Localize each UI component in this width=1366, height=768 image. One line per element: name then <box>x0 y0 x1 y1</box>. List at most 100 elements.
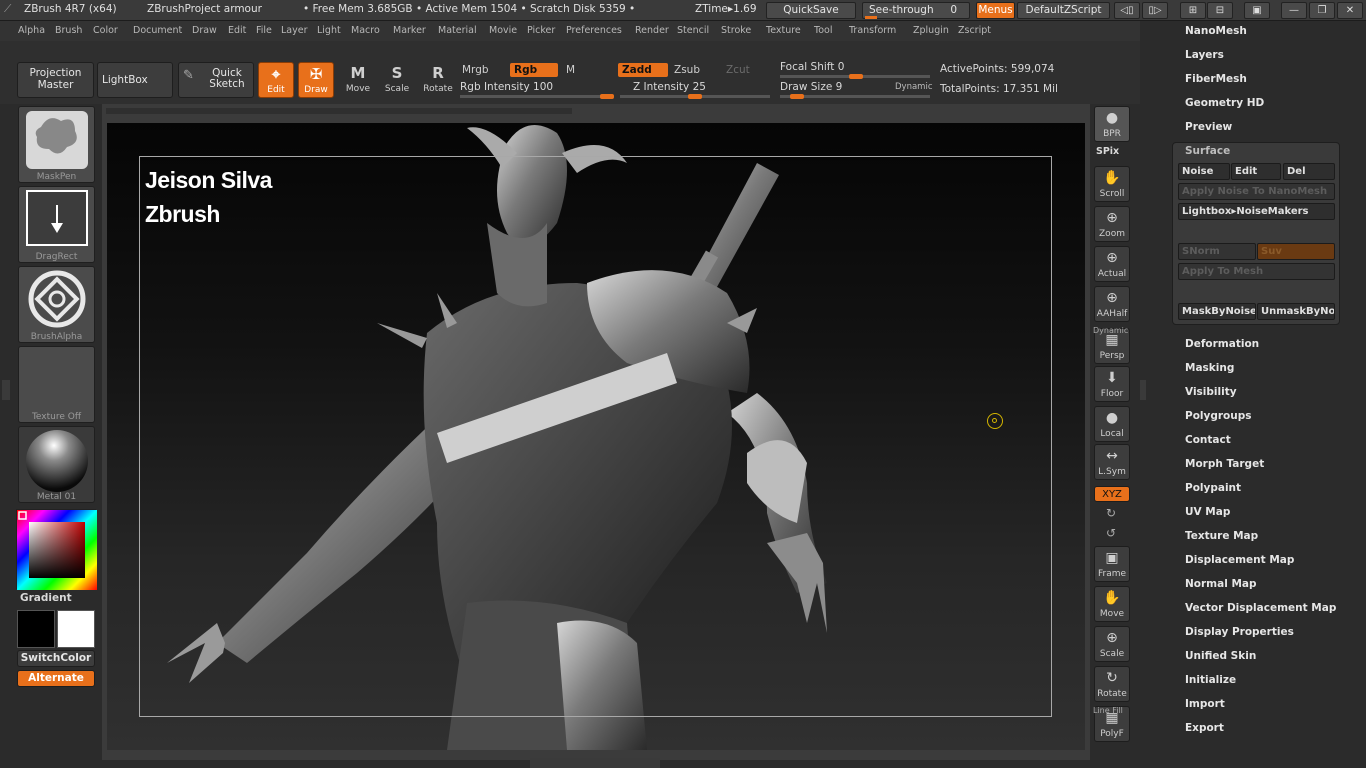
zsub-button[interactable]: Zsub <box>670 63 718 77</box>
aahalf-button[interactable]: ⊕ AAHalf <box>1094 286 1130 322</box>
menu-preferences[interactable]: Preferences <box>566 25 622 36</box>
ui-layout-icon[interactable]: ⊞ <box>1180 2 1206 19</box>
rgb-button[interactable]: Rgb <box>510 63 558 77</box>
palette-vector-displacement-map[interactable]: Vector Displacement Map <box>1185 602 1336 614</box>
menu-material[interactable]: Material <box>438 25 477 36</box>
l-sym-button[interactable]: ↔ L.Sym <box>1094 444 1130 480</box>
rotate-button[interactable]: ↻ Rotate <box>1094 666 1130 702</box>
close-icon[interactable]: ✕ <box>1337 2 1363 19</box>
menu-document[interactable]: Document <box>133 25 182 36</box>
texture-selector[interactable]: Texture Off <box>18 346 95 423</box>
m-button[interactable]: M <box>562 63 612 77</box>
z-intensity-thumb[interactable] <box>688 94 702 99</box>
apply-noise-nanomesh-button[interactable]: Apply Noise To NanoMesh <box>1178 183 1335 200</box>
zoom-button[interactable]: ⊕ Zoom <box>1094 206 1130 242</box>
move-button[interactable]: ✋ Move <box>1094 586 1130 622</box>
scale-mode-button[interactable]: S Scale <box>379 62 415 98</box>
menu-draw[interactable]: Draw <box>192 25 217 36</box>
rgb-intensity-slider[interactable]: Rgb Intensity 100 <box>460 81 553 93</box>
canvas-viewport[interactable]: Jeison Silva Zbrush <box>107 123 1085 750</box>
menu-zplugin[interactable]: Zplugin <box>913 25 949 36</box>
draw-size-slider[interactable]: Draw Size 9 <box>780 81 842 93</box>
surface-title[interactable]: Surface <box>1185 145 1230 157</box>
layout-next-icon[interactable]: ▯▷ <box>1142 2 1168 19</box>
menus-toggle[interactable]: Menus <box>976 2 1015 19</box>
palette-displacement-map[interactable]: Displacement Map <box>1185 554 1294 566</box>
zcut-button[interactable]: Zcut <box>722 63 770 77</box>
palette-visibility[interactable]: Visibility <box>1185 386 1237 398</box>
rotate-mode-button[interactable]: R Rotate <box>420 62 456 98</box>
default-zscript-button[interactable]: DefaultZScript <box>1017 2 1110 19</box>
menu-transform[interactable]: Transform <box>849 25 896 36</box>
lightbox-button[interactable]: LightBox <box>97 62 173 98</box>
scale-button[interactable]: ⊕ Scale <box>1094 626 1130 662</box>
menu-texture[interactable]: Texture <box>766 25 801 36</box>
right-tray-handle[interactable] <box>1140 380 1146 400</box>
xyz-rotate-button[interactable]: XYZ <box>1094 486 1130 502</box>
menu-render[interactable]: Render <box>635 25 669 36</box>
palette-contact[interactable]: Contact <box>1185 434 1231 446</box>
dynamic-toggle[interactable]: Dynamic <box>895 82 933 92</box>
projection-master-button[interactable]: Projection Master <box>17 62 94 98</box>
palette-import[interactable]: Import <box>1185 698 1225 710</box>
noise-edit-button[interactable]: Edit <box>1231 163 1281 180</box>
spix-slider[interactable]: SPix <box>1096 146 1119 157</box>
local-button[interactable]: ● Local <box>1094 406 1130 442</box>
stroke-selector[interactable]: DragRect <box>18 186 95 263</box>
focal-shift-thumb[interactable] <box>849 74 863 79</box>
menu-zscript[interactable]: Zscript <box>958 25 991 36</box>
z-intensity-slider[interactable]: Z Intensity 25 <box>633 81 706 93</box>
lightbox-noisemakers-button[interactable]: Lightbox▸NoiseMakers <box>1178 203 1335 220</box>
bottom-tray-handle[interactable] <box>530 758 660 768</box>
palette-layers[interactable]: Layers <box>1185 49 1224 61</box>
menu-marker[interactable]: Marker <box>393 25 426 36</box>
noise-del-button[interactable]: Del <box>1283 163 1335 180</box>
zadd-button[interactable]: Zadd <box>618 63 668 77</box>
brush-selector[interactable]: MaskPen <box>18 106 95 183</box>
palette-normal-map[interactable]: Normal Map <box>1185 578 1257 590</box>
maskbynoise-button[interactable]: MaskByNoise <box>1178 303 1256 320</box>
menu-picker[interactable]: Picker <box>527 25 555 36</box>
actual-button[interactable]: ⊕ Actual <box>1094 246 1130 282</box>
menu-color[interactable]: Color <box>93 25 118 36</box>
snorm-slider[interactable]: SNorm <box>1178 243 1256 260</box>
quicksave-button[interactable]: QuickSave <box>766 2 856 19</box>
unmaskbynoise-button[interactable]: UnmaskByNo <box>1257 303 1335 320</box>
gradient-label[interactable]: Gradient <box>20 592 72 604</box>
main-color-swatch[interactable] <box>17 610 55 648</box>
menu-macro[interactable]: Macro <box>351 25 380 36</box>
switchcolor-button[interactable]: SwitchColor <box>17 650 95 667</box>
dynamic-persp-label[interactable]: Dynamic <box>1093 326 1128 335</box>
palette-morph-target[interactable]: Morph Target <box>1185 458 1264 470</box>
apply-to-mesh-button[interactable]: Apply To Mesh <box>1178 263 1335 280</box>
palette-masking[interactable]: Masking <box>1185 362 1234 374</box>
palette-deformation[interactable]: Deformation <box>1185 338 1259 350</box>
palette-nanomesh[interactable]: NanoMesh <box>1185 25 1247 37</box>
bpr-button[interactable]: ● BPR <box>1094 106 1130 142</box>
palette-fibermesh[interactable]: FiberMesh <box>1185 73 1247 85</box>
floor-button[interactable]: ⬇ Floor <box>1094 366 1130 402</box>
menu-layer[interactable]: Layer <box>281 25 308 36</box>
frame-button[interactable]: ▣ Frame <box>1094 546 1130 582</box>
palette-unified-skin[interactable]: Unified Skin <box>1185 650 1256 662</box>
menu-file[interactable]: File <box>256 25 272 36</box>
menu-stroke[interactable]: Stroke <box>721 25 751 36</box>
secondary-color-swatch[interactable] <box>57 610 95 648</box>
move-mode-button[interactable]: M Move <box>340 62 376 98</box>
palette-initialize[interactable]: Initialize <box>1185 674 1236 686</box>
lock-icon[interactable]: ▣ <box>1244 2 1270 19</box>
menu-tool[interactable]: Tool <box>814 25 832 36</box>
palette-preview[interactable]: Preview <box>1185 121 1232 133</box>
material-selector[interactable]: Metal 01 <box>18 426 95 503</box>
menu-stencil[interactable]: Stencil <box>677 25 709 36</box>
rotate-y-icon[interactable]: ↻ <box>1106 506 1116 520</box>
palette-polygroups[interactable]: Polygroups <box>1185 410 1252 422</box>
scroll-button[interactable]: ✋ Scroll <box>1094 166 1130 202</box>
palette-polypaint[interactable]: Polypaint <box>1185 482 1241 494</box>
alternate-button[interactable]: Alternate <box>17 670 95 687</box>
quick-sketch-button[interactable]: ✎ Quick Sketch <box>178 62 254 98</box>
see-through-slider[interactable]: See-through 0 <box>862 2 970 19</box>
mrgb-button[interactable]: Mrgb <box>458 63 506 77</box>
menu-movie[interactable]: Movie <box>489 25 517 36</box>
menu-edit[interactable]: Edit <box>228 25 246 36</box>
